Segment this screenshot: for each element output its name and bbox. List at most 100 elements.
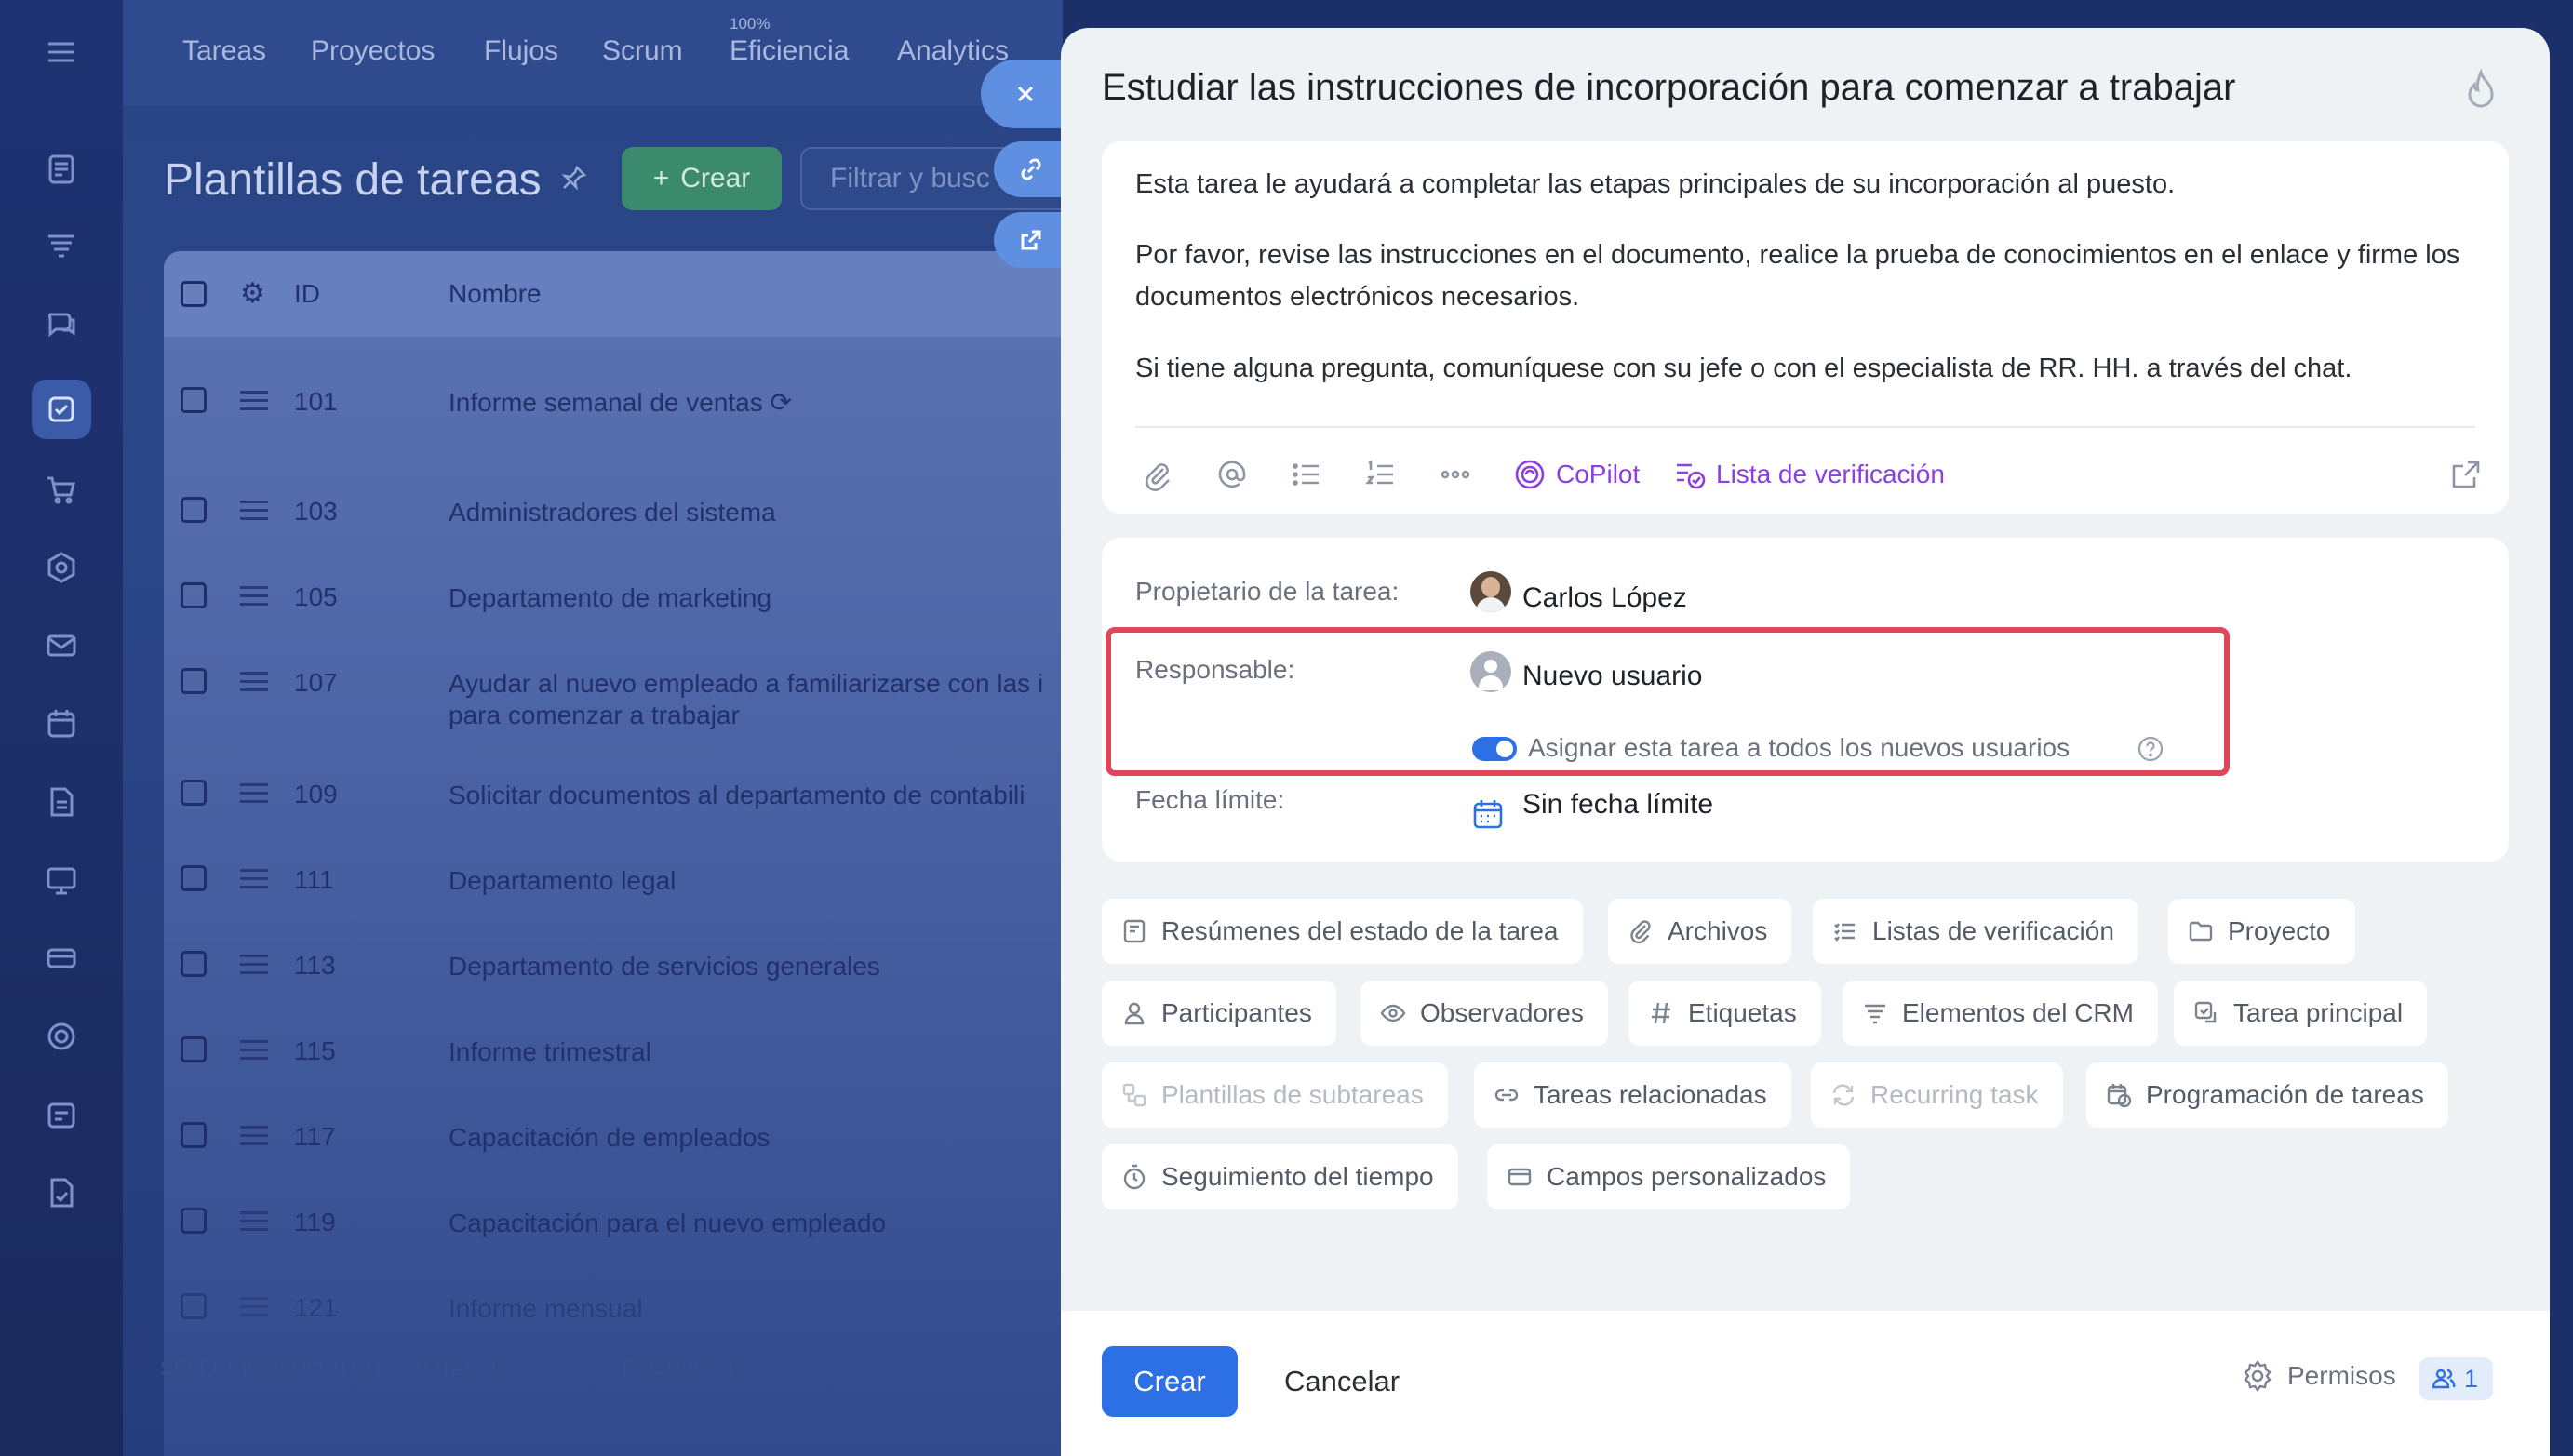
avatar[interactable]	[1470, 571, 1511, 612]
nav-eficiencia[interactable]: Eficiencia	[730, 35, 849, 67]
feed-icon[interactable]	[32, 140, 91, 199]
pin-icon[interactable]	[560, 164, 588, 192]
row-name[interactable]: Informe trimestral	[449, 1036, 1063, 1068]
row-checkbox[interactable]	[181, 951, 207, 977]
calendar-icon[interactable]	[1470, 796, 1508, 834]
help-icon[interactable]	[2137, 735, 2166, 765]
attach-icon[interactable]	[1141, 458, 1178, 495]
more-icon[interactable]	[1439, 458, 1476, 495]
mention-icon[interactable]	[1215, 458, 1253, 495]
row-name[interactable]: Informe mensual	[449, 1293, 1063, 1325]
chip-subtask-templates[interactable]: Plantillas de subtareas	[1102, 1062, 1448, 1128]
chip-parent-task[interactable]: Tarea principal	[2174, 981, 2428, 1046]
column-id[interactable]: ID	[294, 279, 320, 309]
nav-tareas[interactable]: Tareas	[182, 35, 266, 67]
menu-icon[interactable]	[32, 22, 91, 82]
chip-crm-elements[interactable]: Elementos del CRM	[1843, 981, 2158, 1046]
tasks-icon[interactable]	[32, 380, 91, 439]
row-checkbox[interactable]	[181, 1208, 207, 1234]
drag-handle-icon[interactable]	[240, 869, 268, 894]
permissions-button[interactable]: Permisos	[2241, 1359, 2396, 1393]
create-button[interactable]: Crear	[1102, 1346, 1238, 1417]
row-name[interactable]: Solicitar documentos al departamento de …	[449, 780, 1063, 811]
background-create-button[interactable]: + Crear	[622, 147, 782, 210]
drag-handle-icon[interactable]	[240, 1297, 268, 1322]
row-checkbox[interactable]	[181, 1293, 207, 1319]
row-checkbox[interactable]	[181, 497, 207, 523]
chip-recurring-task[interactable]: Recurring task	[1811, 1062, 2063, 1128]
row-checkbox[interactable]	[181, 582, 207, 608]
owner-value[interactable]: Carlos López	[1522, 582, 1687, 614]
nav-proyectos[interactable]: Proyectos	[311, 35, 435, 67]
row-checkbox[interactable]	[181, 387, 207, 413]
row-name[interactable]: Departamento de servicios generales	[449, 951, 1063, 982]
expand-editor-icon[interactable]	[2449, 458, 2486, 495]
row-checkbox[interactable]	[181, 1036, 207, 1062]
chip-observers[interactable]: Observadores	[1360, 981, 1608, 1046]
numbered-list-icon[interactable]	[1364, 458, 1401, 495]
chip-checklists[interactable]: Listas de verificación	[1813, 899, 2138, 964]
chip-tags[interactable]: Etiquetas	[1628, 981, 1821, 1046]
row-name[interactable]: Departamento legal	[449, 865, 1063, 897]
avatar[interactable]	[1470, 651, 1511, 692]
permissions-count-badge[interactable]: 1	[2419, 1357, 2494, 1400]
copilot-button[interactable]: CoPilot	[1513, 458, 1640, 491]
open-new-window-button[interactable]	[994, 212, 1068, 268]
row-name[interactable]: Administradores del sistema	[449, 497, 1063, 528]
board-icon[interactable]	[32, 850, 91, 910]
document-icon[interactable]	[32, 772, 91, 832]
drag-handle-icon[interactable]	[240, 955, 268, 980]
form-icon[interactable]	[32, 1163, 91, 1222]
chip-files[interactable]: Archivos	[1608, 899, 1792, 964]
row-checkbox[interactable]	[181, 1122, 207, 1148]
nav-scrum[interactable]: Scrum	[602, 35, 683, 67]
checklist-button[interactable]: Lista de verificación	[1673, 458, 1945, 491]
column-name[interactable]: Nombre	[449, 279, 542, 309]
nav-analytics[interactable]: Analytics	[897, 35, 1009, 67]
assign-all-label[interactable]: Asignar esta tarea a todos los nuevos us…	[1528, 733, 2070, 763]
flame-icon[interactable]	[2462, 68, 2499, 110]
row-checkbox[interactable]	[181, 780, 207, 806]
drag-handle-icon[interactable]	[240, 1211, 268, 1236]
task-title[interactable]: Estudiar las instrucciones de incorporac…	[1102, 67, 2235, 109]
drag-handle-icon[interactable]	[240, 672, 268, 697]
deadline-value[interactable]: Sin fecha límite	[1522, 789, 1713, 821]
filter-stack-icon[interactable]	[32, 216, 91, 275]
mail-icon[interactable]	[32, 616, 91, 675]
chip-status-summaries[interactable]: Resúmenes del estado de la tarea	[1102, 899, 1583, 964]
nav-flujos[interactable]: Flujos	[484, 35, 558, 67]
cart-icon[interactable]	[32, 460, 91, 519]
drag-handle-icon[interactable]	[240, 783, 268, 808]
row-checkbox[interactable]	[181, 865, 207, 891]
row-name[interactable]: Departamento de marketing	[449, 582, 1063, 614]
bullet-list-icon[interactable]	[1290, 458, 1327, 495]
description-card[interactable]: Esta tarea le ayudará a completar las et…	[1102, 141, 2509, 514]
copy-link-button[interactable]	[994, 141, 1068, 197]
cancel-button[interactable]: Cancelar	[1267, 1346, 1416, 1417]
chip-task-scheduling[interactable]: Programación de tareas	[2086, 1062, 2448, 1128]
drag-handle-icon[interactable]	[240, 1126, 268, 1151]
select-all-checkbox[interactable]	[181, 281, 207, 307]
drag-handle-icon[interactable]	[240, 501, 268, 526]
chip-project[interactable]: Proyecto	[2168, 899, 2355, 964]
chip-custom-fields[interactable]: Campos personalizados	[1487, 1144, 1851, 1209]
row-name[interactable]: Informe semanal de ventas ⟳	[449, 387, 1063, 419]
responsible-value[interactable]: Nuevo usuario	[1522, 661, 1702, 692]
card-icon[interactable]	[32, 928, 91, 988]
chat-icon[interactable]	[32, 294, 91, 354]
assign-all-toggle[interactable]	[1472, 737, 1517, 761]
drag-handle-icon[interactable]	[240, 586, 268, 611]
chip-time-tracking[interactable]: Seguimiento del tiempo	[1102, 1144, 1458, 1209]
schedule-icon[interactable]	[32, 1085, 91, 1144]
drag-handle-icon[interactable]	[240, 391, 268, 416]
chip-participants[interactable]: Participantes	[1102, 981, 1336, 1046]
calendar-icon[interactable]	[32, 694, 91, 754]
drag-handle-icon[interactable]	[240, 1040, 268, 1065]
hexagon-icon[interactable]	[32, 538, 91, 597]
row-name[interactable]: Ayudar al nuevo empleado a familiarizars…	[449, 668, 1063, 731]
settings-gear-icon[interactable]: ⚙	[240, 277, 265, 310]
row-name[interactable]: Capacitación para el nuevo empleado	[449, 1208, 1063, 1239]
target-icon[interactable]	[32, 1007, 91, 1066]
row-checkbox[interactable]	[181, 668, 207, 694]
chip-related-tasks[interactable]: Tareas relacionadas	[1474, 1062, 1791, 1128]
